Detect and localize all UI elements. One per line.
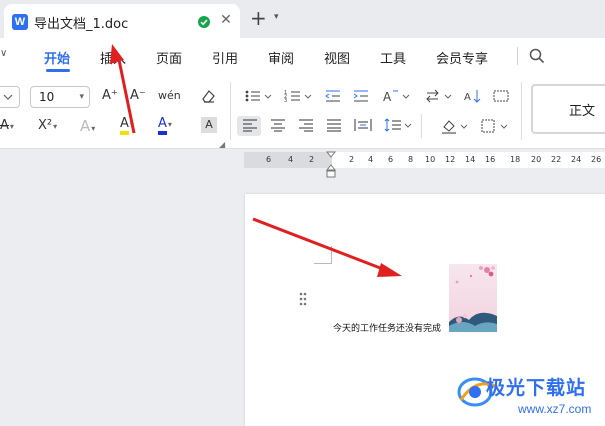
phonetic-guide-button[interactable]: wén xyxy=(158,88,181,104)
horizontal-ruler[interactable]: 6 4 2 2 4 6 8 10 12 14 16 18 20 22 24 26 xyxy=(244,152,605,168)
ribbon-divider xyxy=(230,82,231,140)
align-center-icon[interactable] xyxy=(270,118,286,137)
menu-divider xyxy=(517,47,518,65)
strikethrough-label: A xyxy=(0,118,9,133)
text-effect-label: A xyxy=(80,117,91,135)
document-body-text[interactable]: 今天的工作任务还没有完成 xyxy=(333,321,441,334)
ruler-number: 16 xyxy=(485,155,496,164)
ruler-number: 20 xyxy=(531,155,542,164)
menu-bar: ∨ 开始 插入 页面 引用 审阅 视图 工具 会员专享 xyxy=(0,38,605,74)
align-right-icon[interactable] xyxy=(298,118,314,137)
menu-item-review[interactable]: 审阅 xyxy=(268,48,294,67)
menu-item-member[interactable]: 会员专享 xyxy=(436,48,488,67)
ruler-number: 10 xyxy=(425,155,436,164)
check-circle-icon xyxy=(198,16,210,28)
ruler-number: 22 xyxy=(551,155,562,164)
highlight-label: A xyxy=(120,117,129,135)
style-normal[interactable]: 正文 xyxy=(531,84,605,134)
svg-text:A: A xyxy=(383,90,392,104)
font-size-select[interactable]: 10 ▾ xyxy=(30,86,90,108)
ruler-number: 4 xyxy=(288,155,294,164)
ruler-number: 12 xyxy=(445,155,456,164)
ruler-number: 14 xyxy=(465,155,476,164)
outdent-icon[interactable] xyxy=(324,88,342,109)
title-bar: W 导出文档_1.doc ✕ + ▾ xyxy=(0,0,605,38)
watermark-url: www.xz7.com xyxy=(518,402,592,416)
swap-icon[interactable] xyxy=(424,88,454,109)
font-dialog-launcher-icon[interactable]: ◢ xyxy=(219,140,225,149)
menu-item-references[interactable]: 引用 xyxy=(212,48,238,67)
inserted-floral-image[interactable] xyxy=(449,264,497,332)
strikethrough-button[interactable]: A▾ xyxy=(0,118,14,135)
menu-item-view[interactable]: 视图 xyxy=(324,48,350,67)
close-tab-button[interactable]: ✕ xyxy=(218,12,234,28)
svg-text:A: A xyxy=(464,92,471,103)
margin-corner-mark xyxy=(314,246,332,264)
border-icon[interactable] xyxy=(492,88,510,109)
ribbon-divider xyxy=(521,82,522,140)
document-tab[interactable]: W 导出文档_1.doc ✕ xyxy=(4,4,240,38)
font-color-label: A xyxy=(158,117,167,135)
ruler-number: 8 xyxy=(408,155,414,164)
character-shading-button[interactable]: A xyxy=(201,117,217,133)
collapse-menu-chevron-icon[interactable]: ∨ xyxy=(0,48,7,59)
watermark-title: 极光下载站 xyxy=(486,377,587,399)
chevron-down-icon: ▾ xyxy=(79,92,84,102)
ruler-number: 6 xyxy=(266,155,272,164)
line-spacing-icon[interactable] xyxy=(384,118,414,137)
ruler-number: 26 xyxy=(591,155,602,164)
active-tab-underline xyxy=(46,69,70,72)
borders-icon[interactable] xyxy=(480,118,510,139)
decrease-font-button[interactable]: A⁻ xyxy=(130,88,146,104)
indent-icon[interactable] xyxy=(352,88,370,109)
bullet-list-icon[interactable] xyxy=(244,88,274,109)
new-tab-button[interactable]: + xyxy=(250,8,267,28)
increase-font-button[interactable]: A⁺ xyxy=(102,88,118,104)
sort-icon[interactable]: A xyxy=(464,88,482,109)
menu-item-tools[interactable]: 工具 xyxy=(380,48,406,67)
text-direction-icon[interactable]: A xyxy=(382,88,412,109)
font-size-value: 10 xyxy=(39,90,55,104)
svg-text:3: 3 xyxy=(284,98,287,104)
ruler-number: 2 xyxy=(349,155,355,164)
menu-item-insert[interactable]: 插入 xyxy=(100,48,126,67)
numbered-list-icon[interactable]: 123 xyxy=(284,88,314,109)
home-ribbon: 10 ▾ A⁺ A⁻ wén A▾ X²▾ A▾ A▾ A▾ A ◢ 123 A… xyxy=(0,74,605,149)
ruler-number: 24 xyxy=(571,155,582,164)
ribbon-divider xyxy=(421,114,422,138)
highlight-button[interactable]: A▾ xyxy=(120,116,134,135)
shading-icon[interactable] xyxy=(440,118,470,139)
drag-handle-icon[interactable] xyxy=(299,291,307,306)
menu-item-home[interactable]: 开始 xyxy=(44,48,70,67)
justify-icon[interactable] xyxy=(326,118,342,137)
superscript-button[interactable]: X²▾ xyxy=(38,118,57,135)
text-effect-button[interactable]: A▾ xyxy=(80,118,95,137)
ruler-number: 2 xyxy=(309,155,315,164)
eraser-icon[interactable] xyxy=(200,88,216,109)
chevron-down-icon[interactable]: ▾ xyxy=(274,12,279,22)
style-normal-label: 正文 xyxy=(569,104,596,119)
menu-item-page[interactable]: 页面 xyxy=(156,48,182,67)
indent-marker-icon[interactable] xyxy=(325,150,337,178)
tab-title: 导出文档_1.doc xyxy=(34,17,129,32)
ruler-number: 18 xyxy=(510,155,521,164)
search-icon[interactable] xyxy=(528,47,546,65)
wps-writer-logo-icon: W xyxy=(12,14,28,30)
ruler-number: 6 xyxy=(388,155,394,164)
ruler-number: 4 xyxy=(368,155,374,164)
font-color-button[interactable]: A▾ xyxy=(158,116,172,135)
font-name-select[interactable] xyxy=(0,86,20,108)
superscript-label: X² xyxy=(38,118,53,133)
align-left-icon[interactable] xyxy=(242,118,258,137)
distributed-icon[interactable] xyxy=(354,118,372,137)
